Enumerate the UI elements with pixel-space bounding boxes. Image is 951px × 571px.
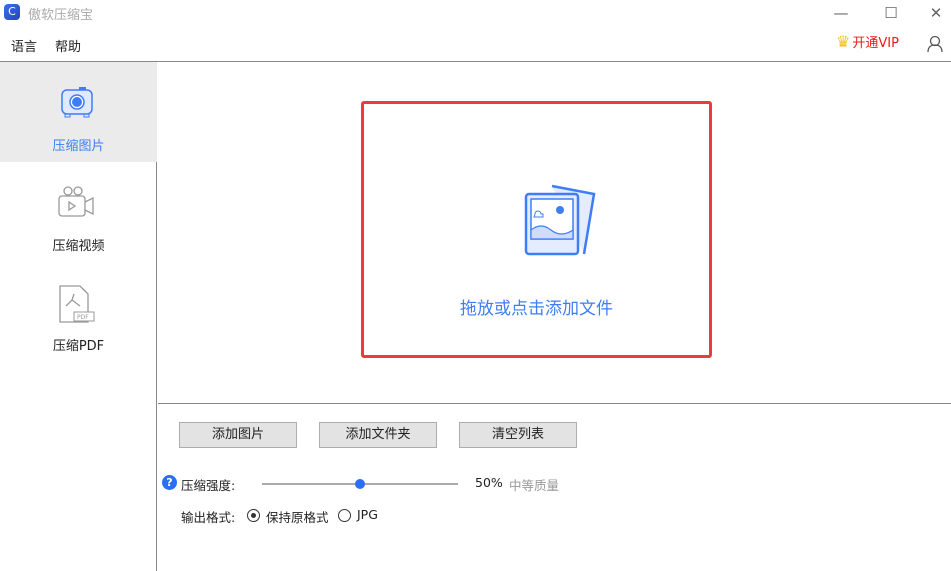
- menu-language[interactable]: 语言: [11, 36, 37, 55]
- compression-label: 压缩强度:: [181, 478, 236, 493]
- radio-keep-format[interactable]: [247, 509, 260, 522]
- sidebar-item-label: 压缩PDF: [52, 339, 105, 354]
- drop-zone-text: 拖放或点击添加文件: [460, 299, 613, 319]
- add-image-button[interactable]: 添加图片: [179, 422, 297, 448]
- output-format-label: 输出格式:: [181, 510, 236, 525]
- radio-label: JPG: [357, 507, 378, 522]
- sidebar-item-compress-image[interactable]: 压缩图片: [0, 62, 157, 162]
- compression-percent: 50%: [475, 475, 503, 490]
- quality-label: 中等质量: [509, 478, 560, 493]
- pdf-icon: PDF: [59, 285, 95, 323]
- radio-label: 保持原格式: [266, 510, 329, 525]
- radio-jpg[interactable]: [338, 509, 351, 522]
- sidebar-item-compress-pdf[interactable]: PDF 压缩PDF: [0, 262, 157, 362]
- vip-button[interactable]: ♛ 开通VIP: [836, 32, 899, 51]
- vip-label: 开通VIP: [852, 36, 899, 51]
- window-title: 傲软压缩宝: [28, 8, 94, 23]
- app-logo: C: [4, 4, 20, 20]
- sidebar-item-label: 压缩图片: [52, 139, 105, 154]
- slider-thumb[interactable]: [355, 479, 365, 489]
- video-camera-icon: [58, 186, 94, 217]
- divider: [158, 403, 951, 404]
- svg-text:PDF: PDF: [77, 314, 89, 321]
- clear-list-button[interactable]: 清空列表: [459, 422, 577, 448]
- file-drop-zone[interactable]: 拖放或点击添加文件: [361, 101, 712, 358]
- crown-icon: ♛: [836, 32, 851, 51]
- help-icon[interactable]: ?: [162, 475, 177, 490]
- sidebar: 压缩图片 压缩视频 PDF 压缩PDF: [0, 62, 157, 571]
- add-folder-button[interactable]: 添加文件夹: [319, 422, 437, 448]
- user-icon[interactable]: [927, 35, 943, 53]
- camera-icon: [61, 87, 93, 118]
- minimize-button[interactable]: —: [826, 2, 856, 24]
- images-icon: [524, 184, 596, 256]
- menu-help[interactable]: 帮助: [55, 36, 81, 55]
- sidebar-item-compress-video[interactable]: 压缩视频: [0, 162, 157, 262]
- maximize-button[interactable]: ☐: [876, 2, 906, 24]
- sidebar-item-label: 压缩视频: [52, 239, 105, 254]
- close-button[interactable]: ✕: [921, 2, 951, 24]
